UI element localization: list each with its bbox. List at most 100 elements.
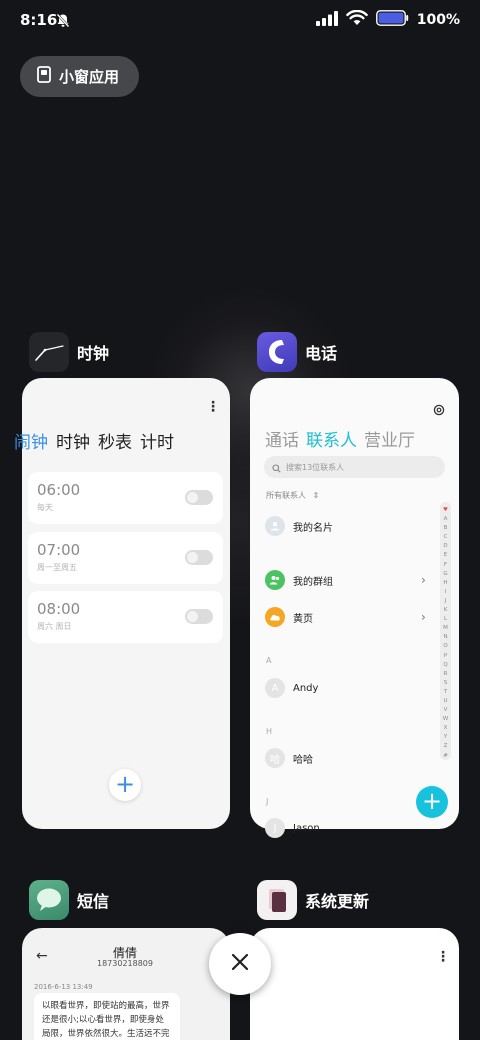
alphabet-index-letter[interactable]: W bbox=[443, 715, 448, 724]
alphabet-index-letter[interactable]: A bbox=[444, 515, 448, 524]
alphabet-index-letter[interactable]: I bbox=[445, 588, 447, 597]
alphabet-index-letter[interactable]: U bbox=[443, 697, 447, 706]
tab-calls[interactable]: 通话 bbox=[265, 426, 299, 451]
tab-clock[interactable]: 时钟 bbox=[56, 428, 90, 453]
sms-date: 2016-6-13 13:49 bbox=[34, 983, 93, 991]
alphabet-index-letter[interactable]: X bbox=[444, 724, 448, 733]
clock-app-icon bbox=[29, 332, 69, 372]
contact-avatar: 哈 bbox=[265, 748, 285, 768]
alphabet-index-letter[interactable]: D bbox=[443, 542, 447, 551]
alphabet-index-letter[interactable]: V bbox=[444, 706, 448, 715]
cloud-icon bbox=[265, 607, 285, 627]
clock-more-icon[interactable]: ⋮ bbox=[206, 400, 220, 414]
my-groups-row[interactable]: 我的群组 bbox=[265, 570, 333, 590]
add-contact-button[interactable]: + bbox=[416, 786, 448, 818]
alphabet-index-letter[interactable]: Q bbox=[443, 661, 447, 670]
person-icon bbox=[265, 516, 285, 536]
contact-row[interactable]: A Andy bbox=[265, 678, 318, 698]
alphabet-index-letter[interactable]: P bbox=[444, 652, 447, 661]
alphabet-index-letter[interactable]: M bbox=[443, 624, 448, 633]
sms-message-bubble: 以眼看世界，即使站的最高，世界 还是很小;以心看世界，即使身处 局限，世界依然很… bbox=[34, 993, 180, 1040]
alphabet-index-letter[interactable]: S bbox=[444, 679, 448, 688]
alphabet-index-letter[interactable]: E bbox=[444, 551, 447, 560]
alphabet-index-letter[interactable]: J bbox=[445, 597, 447, 606]
section-letter: J bbox=[266, 797, 269, 806]
alphabet-index-letter[interactable]: G bbox=[443, 570, 447, 579]
sms-app-header[interactable]: 短信 bbox=[29, 880, 109, 920]
alphabet-index-letter[interactable]: F bbox=[444, 561, 447, 570]
sms-message-line: 还是很小;以心看世界，即使身处 bbox=[42, 1015, 164, 1025]
alphabet-index-letter[interactable]: ♥ bbox=[443, 506, 448, 515]
alphabet-index-letter[interactable]: K bbox=[444, 606, 448, 615]
alphabet-index-letter[interactable]: R bbox=[444, 670, 448, 679]
alarm-item[interactable]: 07:00 周一至周五 bbox=[28, 532, 223, 584]
clock-app-name: 时钟 bbox=[77, 344, 110, 363]
contact-name: Jason bbox=[293, 822, 320, 834]
contact-row[interactable]: J Jason bbox=[265, 818, 320, 838]
alarm-time: 08:00 bbox=[37, 600, 81, 618]
sort-icon: ⇕ bbox=[312, 491, 320, 500]
alphabet-index-bar[interactable]: ♥ A B C D E F G H I J K L M N O P Q R S T U V W X Y Z # bbox=[440, 502, 451, 760]
close-all-button[interactable] bbox=[209, 933, 271, 995]
tab-timer[interactable]: 计时 bbox=[140, 428, 174, 453]
settings-gear-icon[interactable] bbox=[433, 401, 445, 420]
sms-message-line: 以眼看世界，即使站的最高，世界 bbox=[42, 1001, 170, 1011]
alarm-toggle[interactable] bbox=[185, 609, 213, 624]
add-alarm-button[interactable]: + bbox=[109, 769, 141, 801]
alphabet-index-letter[interactable]: L bbox=[444, 615, 447, 624]
alarm-toggle[interactable] bbox=[185, 550, 213, 565]
alphabet-index-letter[interactable]: C bbox=[444, 533, 448, 542]
my-card-row[interactable]: 我的名片 bbox=[265, 516, 333, 536]
update-more-icon[interactable]: ⋮ bbox=[436, 950, 450, 964]
back-arrow-icon[interactable]: ← bbox=[36, 948, 48, 964]
tab-stopwatch[interactable]: 秒表 bbox=[98, 428, 132, 453]
alarm-toggle[interactable] bbox=[185, 490, 213, 505]
close-icon bbox=[231, 953, 249, 975]
alarm-item[interactable]: 08:00 周六 周日 bbox=[28, 591, 223, 643]
update-app-header[interactable]: 系统更新 bbox=[257, 880, 369, 920]
search-placeholder: 搜索13位联系人 bbox=[286, 462, 345, 472]
all-contacts-label: 所有联系人 bbox=[266, 491, 306, 500]
sms-app-name: 短信 bbox=[77, 892, 110, 911]
status-time: 8:16 bbox=[20, 11, 58, 29]
tab-contacts[interactable]: 联系人 bbox=[306, 426, 357, 451]
alarm-repeat: 周一至周五 bbox=[37, 563, 77, 572]
small-window-icon bbox=[37, 66, 51, 87]
yellow-pages-row[interactable]: 黄页 bbox=[265, 607, 313, 627]
alphabet-index-letter[interactable]: # bbox=[443, 752, 448, 761]
alphabet-index-letter[interactable]: O bbox=[443, 642, 447, 651]
tab-alarm[interactable]: 闹钟 bbox=[14, 428, 48, 453]
contact-avatar: J bbox=[265, 818, 285, 838]
alphabet-index-letter[interactable]: H bbox=[443, 579, 447, 588]
alarm-item[interactable]: 06:00 每天 bbox=[28, 472, 223, 524]
update-app-icon bbox=[257, 880, 297, 920]
alphabet-index-letter[interactable]: B bbox=[444, 524, 448, 533]
section-letter: A bbox=[266, 656, 272, 665]
small-window-apps-button[interactable]: 小窗应用 bbox=[20, 56, 139, 97]
wifi-icon bbox=[345, 9, 368, 30]
alphabet-index-letter[interactable]: Y bbox=[444, 733, 447, 742]
alarm-time: 06:00 bbox=[37, 481, 81, 499]
tab-service-hall[interactable]: 营业厅 bbox=[364, 426, 415, 451]
update-app-card[interactable] bbox=[250, 928, 459, 1040]
battery-icon bbox=[375, 10, 409, 30]
alarm-repeat: 周六 周日 bbox=[37, 622, 72, 631]
phone-app-icon bbox=[257, 332, 297, 372]
clock-app-header[interactable]: 时钟 bbox=[29, 332, 109, 372]
all-contacts-filter[interactable]: 所有联系人 ⇕ bbox=[266, 490, 319, 501]
alphabet-index-letter[interactable]: N bbox=[443, 633, 447, 642]
contacts-search-input[interactable]: 搜索13位联系人 bbox=[264, 456, 445, 478]
update-app-name: 系统更新 bbox=[305, 892, 370, 911]
alphabet-index-letter[interactable]: T bbox=[444, 688, 447, 697]
phone-app-name: 电话 bbox=[305, 344, 338, 363]
contact-row[interactable]: 哈 哈哈 bbox=[265, 748, 313, 768]
sms-contact-number: 18730218809 bbox=[97, 959, 153, 968]
signal-icon bbox=[315, 10, 338, 30]
my-card-label: 我的名片 bbox=[293, 522, 333, 534]
alarm-repeat: 每天 bbox=[37, 503, 53, 512]
my-groups-label: 我的群组 bbox=[293, 576, 333, 588]
section-letter: H bbox=[266, 727, 273, 736]
phone-app-header[interactable]: 电话 bbox=[257, 332, 337, 372]
alphabet-index-letter[interactable]: Z bbox=[444, 742, 448, 751]
group-icon bbox=[265, 570, 285, 590]
